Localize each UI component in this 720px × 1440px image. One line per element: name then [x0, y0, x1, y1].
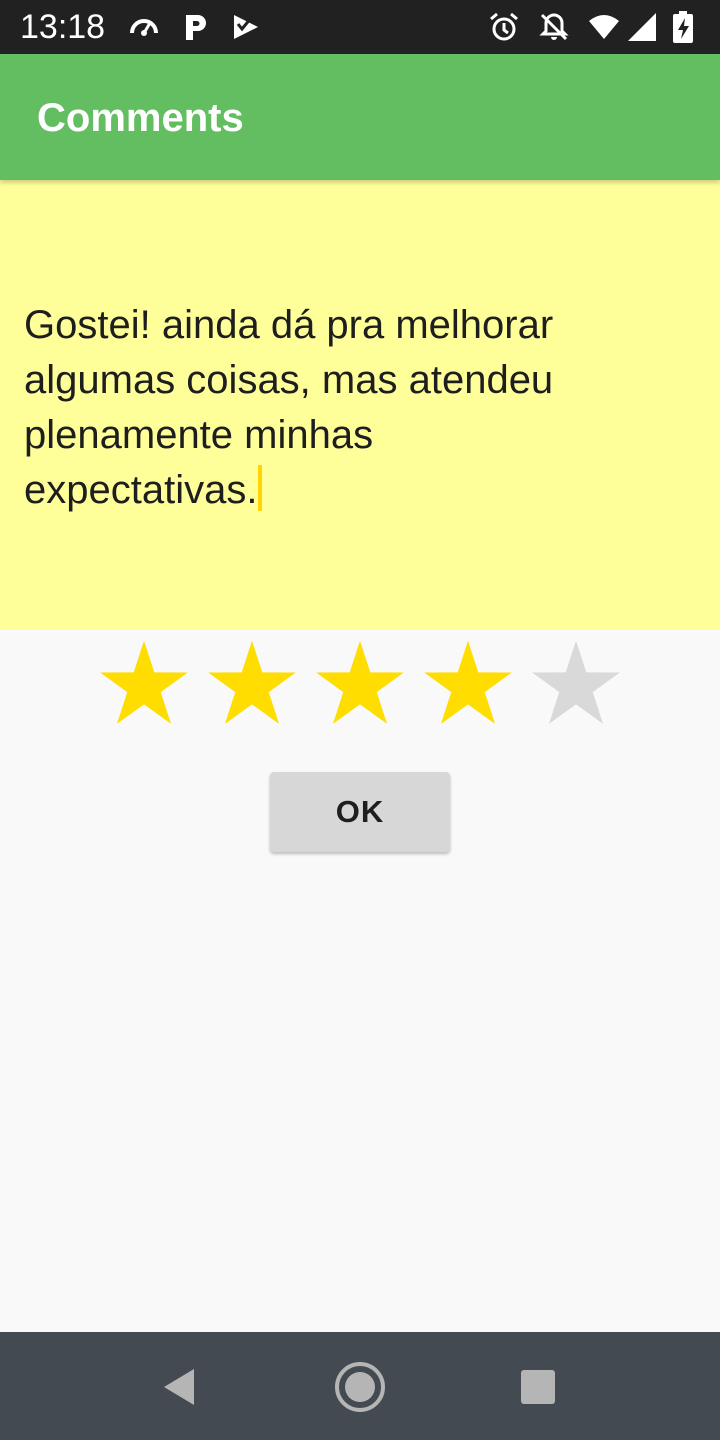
parking-p-icon — [186, 15, 206, 40]
comment-line: plenamente minhas — [24, 413, 374, 457]
status-bar: 13:18 — [0, 0, 720, 54]
signal-icon — [628, 13, 656, 41]
star-filled-icon[interactable] — [422, 638, 514, 730]
ok-button[interactable]: OK — [270, 772, 450, 852]
play-store-check-icon — [234, 15, 258, 39]
home-icon[interactable] — [330, 1357, 390, 1417]
comment-line: expectativas. — [24, 468, 258, 512]
recents-icon[interactable] — [508, 1357, 568, 1417]
status-time: 13:18 — [20, 8, 106, 46]
app-bar: Comments — [0, 54, 720, 180]
comment-line: algumas coisas, mas atendeu — [24, 358, 554, 402]
comment-line-last: expectativas. — [24, 463, 704, 518]
navigation-bar — [0, 1332, 720, 1440]
battery-charging-icon — [673, 11, 693, 43]
comment-line: Gostei! ainda dá pra melhorar — [24, 303, 554, 347]
notifications-off-icon — [539, 13, 569, 41]
star-filled-icon[interactable] — [98, 638, 190, 730]
wifi-icon — [589, 15, 619, 39]
comment-text[interactable]: Gostei! ainda dá pra melhorar algumas co… — [24, 298, 704, 518]
star-filled-icon[interactable] — [314, 638, 406, 730]
back-icon[interactable] — [150, 1357, 210, 1417]
text-cursor — [258, 465, 263, 511]
page-title: Comments — [37, 96, 244, 140]
star-rating[interactable] — [98, 638, 638, 730]
star-empty-icon[interactable] — [530, 638, 622, 730]
screen: 13:18 Comments Gostei! ainda dá pra melh… — [0, 0, 720, 1440]
speedometer-icon — [130, 19, 158, 36]
alarm-icon — [490, 12, 518, 41]
star-filled-icon[interactable] — [206, 638, 298, 730]
